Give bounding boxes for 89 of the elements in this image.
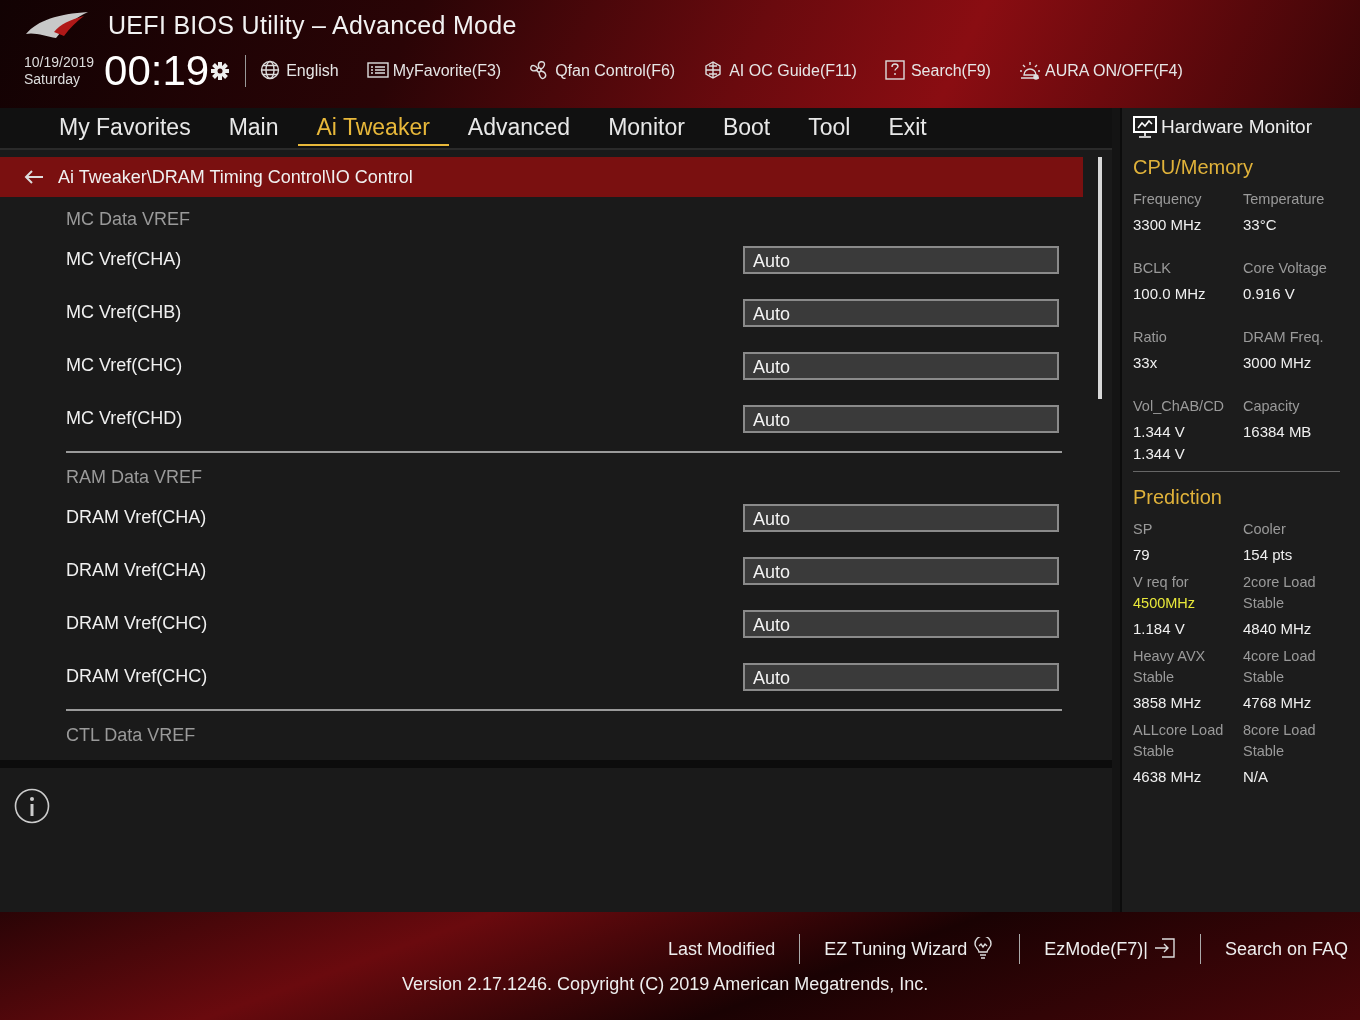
settings-icon — [209, 60, 232, 82]
footer-link[interactable]: EzMode(F7)| — [1044, 937, 1176, 961]
back-arrow-icon — [24, 169, 44, 185]
metric-label: Core Voltage — [1243, 259, 1328, 278]
value-dropdown[interactable]: Auto — [743, 351, 1059, 380]
metric-value: 33x — [1133, 353, 1159, 373]
light-icon — [1018, 60, 1041, 82]
metric-label: Frequency — [1133, 190, 1203, 209]
setting-label: MC Vref(CHB) — [66, 302, 182, 323]
footer-link[interactable]: EZ Tuning Wizard — [824, 937, 996, 961]
setting-label: MC Vref(CHD) — [66, 408, 183, 429]
metric-label: BCLK — [1133, 259, 1172, 278]
metric-value: 1.344 V — [1133, 422, 1186, 442]
metric-label: 2core Load Stable — [1243, 573, 1317, 613]
metric-value: 4638 MHz — [1133, 767, 1203, 787]
metric-value: 3300 MHz — [1133, 215, 1203, 235]
window-title: UEFI BIOS Utility – Advanced Mode — [108, 10, 517, 40]
value-dropdown[interactable]: Auto — [743, 556, 1059, 585]
metric-label: 8core Load Stable — [1243, 721, 1317, 761]
monitor-icon — [1133, 116, 1157, 138]
toolbar-button[interactable]: AI OC Guide(F11) — [703, 60, 857, 82]
metric-label: V req for — [1133, 573, 1190, 592]
breadcrumb-bar[interactable]: Ai Tweaker\DRAM Timing Control\IO Control — [0, 157, 1083, 197]
menu-tab[interactable]: Exit — [869, 110, 946, 146]
menu-tab[interactable]: Tool — [789, 110, 870, 146]
metric-label: Temperature — [1243, 190, 1326, 209]
metric-value: 16384 MB — [1243, 422, 1313, 442]
exit-icon — [1153, 937, 1176, 961]
breadcrumb-path: Ai Tweaker\DRAM Timing Control\IO Control — [58, 166, 413, 188]
metric-label: Capacity — [1243, 397, 1301, 416]
date-text: 10/19/2019 — [24, 54, 95, 71]
toolbar-button[interactable]: MyFavorite(F3) — [366, 60, 502, 82]
metric-value: 79 — [1133, 545, 1151, 565]
metric-value: 1.344 V — [1133, 444, 1186, 464]
menu-tab[interactable]: My Favorites — [40, 110, 210, 146]
menu-tab[interactable]: Boot — [703, 110, 790, 146]
section-title: RAM Data VREF — [65, 466, 204, 489]
metric-value: 4768 MHz — [1243, 693, 1313, 713]
metric-value: 0.916 V — [1243, 284, 1296, 304]
help-icon — [884, 60, 907, 82]
group-title: CPU/Memory — [1133, 156, 1254, 179]
metric-value: N/A — [1243, 767, 1269, 787]
metric-value: 1.184 V — [1133, 619, 1186, 639]
metric-value: 3000 MHz — [1243, 353, 1313, 373]
setting-label: DRAM Vref(CHC) — [66, 666, 208, 687]
metric-label: 4core Load Stable — [1243, 647, 1317, 687]
value-dropdown[interactable]: Auto — [743, 503, 1059, 532]
metric-label: DRAM Freq. — [1243, 328, 1325, 347]
metric-value: 154 pts — [1243, 545, 1294, 565]
info-icon — [14, 788, 50, 824]
value-dropdown[interactable]: Auto — [743, 404, 1059, 433]
toolbar-button[interactable]: Qfan Control(F6) — [529, 60, 676, 82]
setting-label: MC Vref(CHA) — [66, 249, 182, 270]
metric-label: ALLcore Load Stable — [1133, 721, 1225, 761]
toolbar-button[interactable]: English — [260, 60, 339, 82]
metric-label: SP — [1133, 520, 1154, 539]
value-dropdown[interactable]: Auto — [743, 298, 1059, 327]
metric-value: 3858 MHz — [1133, 693, 1203, 713]
metric-label: Cooler — [1243, 520, 1287, 539]
section-title: MC Data VREF — [65, 208, 192, 231]
section-title: CTL Data VREF — [65, 724, 197, 747]
day-text: Saturday — [24, 71, 82, 88]
toolbar-button[interactable]: AURA ON/OFF(F4) — [1018, 60, 1183, 82]
setting-label: DRAM Vref(CHA) — [66, 560, 207, 581]
metric-value: 4840 MHz — [1243, 619, 1313, 639]
metric-label: Vol_ChAB/CD — [1133, 397, 1226, 416]
toolbar-button[interactable]: Search(F9) — [884, 60, 991, 82]
metric-label: Heavy AVX Stable — [1133, 647, 1207, 687]
setting-label: MC Vref(CHC) — [66, 355, 183, 376]
menu-tab[interactable]: Ai Tweaker — [297, 110, 449, 146]
menu-tab[interactable]: Monitor — [589, 110, 704, 146]
group-title: Prediction — [1133, 486, 1223, 509]
footer-link[interactable]: Search on FAQ — [1224, 938, 1348, 960]
value-dropdown[interactable]: Auto — [743, 245, 1059, 274]
setting-label: DRAM Vref(CHA) — [66, 507, 207, 528]
metric-value: 100.0 MHz — [1133, 284, 1207, 304]
value-dropdown[interactable]: Auto — [743, 609, 1059, 638]
metric-value: 33°C — [1243, 215, 1278, 235]
setting-label: DRAM Vref(CHC) — [66, 613, 208, 634]
footer-link[interactable]: Last Modified — [668, 938, 776, 960]
panel-title: Hardware Monitor — [1161, 116, 1312, 138]
clock-time: 00:19 — [104, 48, 210, 94]
metric-highlight: 4500MHz — [1133, 594, 1197, 613]
scrollbar[interactable] — [1098, 157, 1102, 399]
menu-tab[interactable]: Main — [209, 110, 298, 146]
version-text: Version 2.17.1246. Copyright (C) 2019 American Megatrends, Inc. — [402, 974, 929, 995]
menu-tab[interactable]: Advanced — [448, 110, 590, 146]
value-dropdown[interactable]: Auto — [743, 662, 1059, 691]
metric-label: Ratio — [1133, 328, 1168, 347]
